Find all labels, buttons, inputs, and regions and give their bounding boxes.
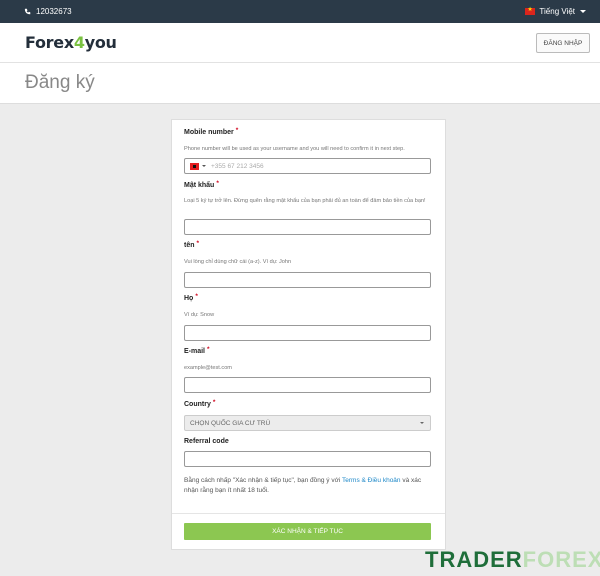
email-field[interactable] [184, 377, 431, 393]
mobile-placeholder: +355 67 212 3456 [211, 162, 264, 170]
divider [172, 513, 445, 514]
first-name-hint: Vui lòng chỉ dùng chữ cái (a-z). Ví dụ: … [184, 259, 292, 265]
submit-button[interactable]: XÁC NHẬN & TIẾP TỤC [184, 523, 431, 540]
logo-forex: Forex [25, 33, 74, 52]
mobile-number-field[interactable]: +355 67 212 3456 [184, 158, 431, 174]
title-band: Đăng ký [0, 63, 600, 104]
password-hint: Loại 5 ký tự trở lên. Đừng quên rằng mật… [184, 198, 426, 204]
top-bar: 12032673 Tiếng Việt [0, 0, 600, 23]
referral-label: Referral code [184, 438, 229, 445]
logo-four: 4 [73, 33, 85, 52]
first-name-field[interactable] [184, 272, 431, 288]
terms-text: Bằng cách nhấp "Xác nhận & tiếp tục", bạ… [184, 477, 422, 494]
last-name-field[interactable] [184, 325, 431, 341]
country-label: Country * [184, 399, 216, 408]
traderforex-watermark: TRADERFOREX [425, 547, 600, 572]
language-selector[interactable]: Tiếng Việt [525, 6, 586, 16]
phone-number: 12032673 [36, 7, 72, 16]
albania-flag-icon [190, 162, 199, 170]
last-name-label: Họ * [184, 293, 198, 302]
first-name-label: tên * [184, 240, 200, 249]
terms-link[interactable]: Terms & Điều khoản [342, 477, 401, 484]
language-label: Tiếng Việt [539, 7, 575, 16]
email-label: E-mail * [184, 346, 210, 355]
country-code-picker[interactable] [185, 159, 211, 173]
chevron-down-icon [202, 165, 206, 167]
required-mark: * [235, 127, 239, 134]
chevron-down-icon [420, 422, 424, 424]
page-title: Đăng ký [25, 72, 95, 93]
phone-contact[interactable]: 12032673 [24, 7, 72, 16]
email-hint: example@test.com [184, 365, 232, 371]
referral-code-field[interactable] [184, 451, 431, 467]
mobile-label: Mobile number * [184, 127, 239, 136]
forex4you-logo[interactable]: Forex4you [25, 33, 117, 52]
login-button[interactable]: ĐĂNG NHẬP [536, 33, 590, 53]
site-header: Forex4you ĐĂNG NHẬP [0, 23, 600, 63]
vietnam-flag-icon [525, 6, 536, 15]
chevron-down-icon [580, 10, 586, 13]
last-name-hint: Ví dụ: Snow [184, 312, 215, 318]
registration-form: Mobile number * Phone number will be used… [171, 119, 446, 550]
phone-icon [24, 8, 31, 15]
country-selected-value: CHỌN QUỐC GIA CƯ TRÚ [190, 419, 271, 427]
mobile-hint: Phone number will be used as your userna… [184, 146, 405, 152]
password-label: Mật khẩu * [184, 180, 219, 189]
logo-you: you [84, 33, 117, 52]
country-select[interactable]: CHỌN QUỐC GIA CƯ TRÚ [184, 415, 431, 431]
password-field[interactable] [184, 219, 431, 235]
